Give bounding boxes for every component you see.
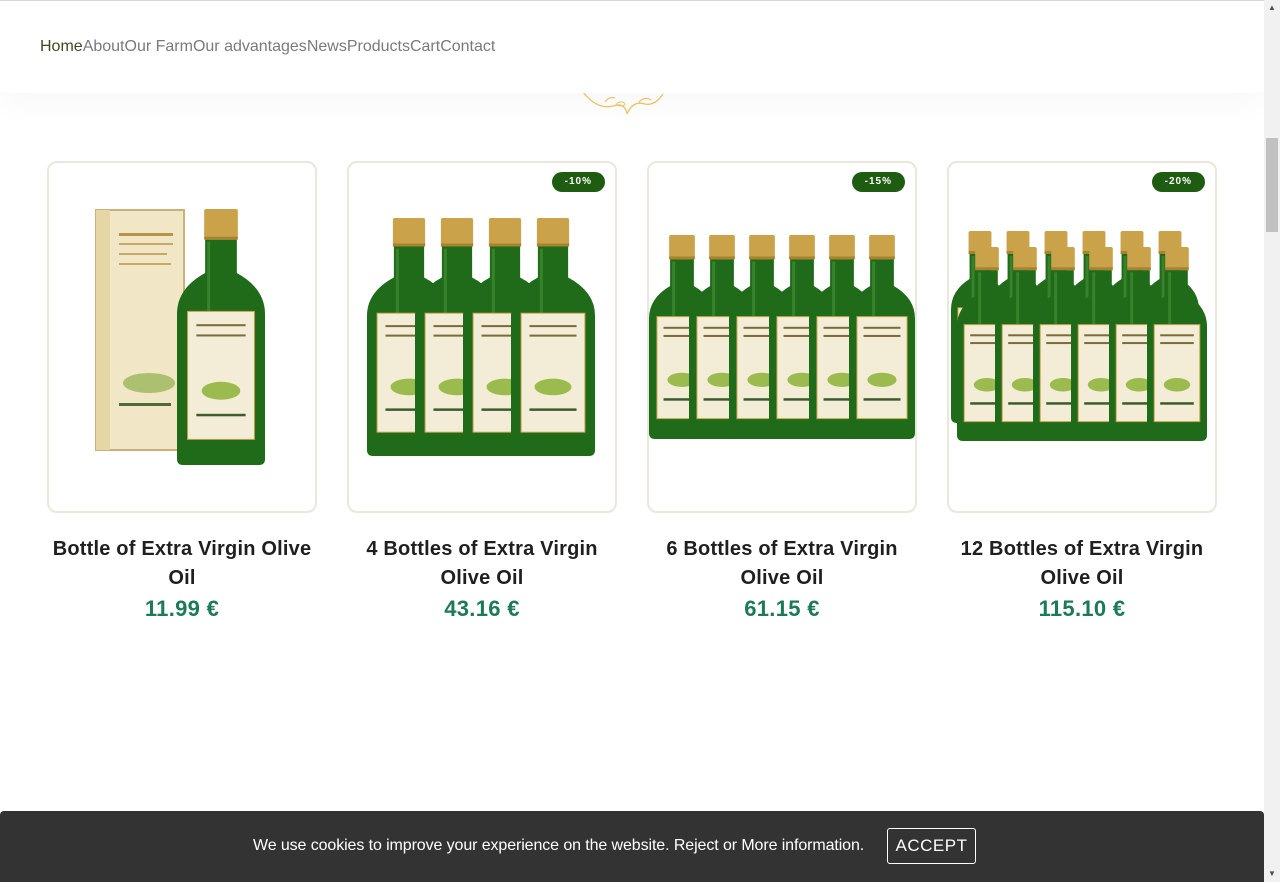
cookie-accept-button[interactable]: ACCEPT <box>887 828 976 864</box>
discount-badge: -20% <box>1151 172 1205 192</box>
main-navigation: Home About Our Farm Our advantages News … <box>0 1 1264 93</box>
product-image-frame[interactable] <box>47 161 317 513</box>
product-image[interactable] <box>949 163 1215 511</box>
nav-link-products[interactable]: Products <box>347 38 410 56</box>
olive-oil-bottle <box>849 235 915 439</box>
olive-oil-bottle <box>511 218 595 456</box>
product-image[interactable] <box>649 163 915 511</box>
nav-link-about[interactable]: About <box>83 38 125 56</box>
product-image-frame[interactable]: -15% <box>647 161 917 513</box>
discount-badge: -10% <box>551 172 605 192</box>
olive-oil-bottle <box>1147 247 1207 441</box>
olive-oil-bottle <box>177 209 265 465</box>
scroll-down-arrow-icon[interactable]: ▼ <box>1264 866 1280 882</box>
nav-link-our-advantages[interactable]: Our advantages <box>193 38 307 56</box>
product-title[interactable]: 6 Bottles of Extra Virgin Olive Oil <box>647 535 917 593</box>
product-title[interactable]: Bottle of Extra Virgin Olive Oil <box>47 535 317 593</box>
nav-menu: Home About Our Farm Our advantages News … <box>40 38 495 56</box>
product-price: 61.15 € <box>744 596 820 621</box>
page: Home About Our Farm Our advantages News … <box>0 0 1264 882</box>
cookie-message-text: We use cookies to improve your experienc… <box>253 837 670 854</box>
cookie-message: We use cookies to improve your experienc… <box>253 837 864 855</box>
nav-link-news[interactable]: News <box>307 38 347 56</box>
product-image[interactable] <box>49 163 315 511</box>
nav-link-home[interactable]: Home <box>40 38 83 56</box>
product-image-frame[interactable]: -10% <box>347 161 617 513</box>
product-price: 11.99 € <box>144 596 220 621</box>
nav-link-cart[interactable]: Cart <box>410 38 440 56</box>
vertical-scrollbar[interactable]: ▲ ▼ <box>1264 0 1280 882</box>
product-price: 43.16 € <box>444 596 520 621</box>
product-image[interactable] <box>349 163 615 511</box>
product-image-frame[interactable]: -20% <box>947 161 1217 513</box>
scrollbar-thumb[interactable] <box>1266 138 1278 232</box>
cookie-consent-bar: We use cookies to improve your experienc… <box>0 811 1264 882</box>
product-card: -15% 6 Bottles of Extra Virgin Olive Oil… <box>647 161 917 622</box>
product-card: -20% 12 Bottles of Extra Virgin Olive Oi… <box>947 161 1217 622</box>
gift-box <box>95 209 185 451</box>
product-title[interactable]: 4 Bottles of Extra Virgin Olive Oil <box>347 535 617 593</box>
product-title[interactable]: 12 Bottles of Extra Virgin Olive Oil <box>947 535 1217 593</box>
nav-link-contact[interactable]: Contact <box>440 38 495 56</box>
product-grid: Bottle of Extra Virgin Olive Oil 11.99 €… <box>47 161 1217 622</box>
product-price: 115.10 € <box>1038 596 1126 621</box>
cookie-or-text: or <box>722 837 737 854</box>
cookie-reject-link[interactable]: Reject <box>674 837 719 854</box>
scroll-up-arrow-icon[interactable]: ▲ <box>1264 0 1280 16</box>
nav-link-our-farm[interactable]: Our Farm <box>125 38 193 56</box>
cookie-more-info-link[interactable]: More information. <box>741 837 864 854</box>
discount-badge: -15% <box>851 172 905 192</box>
product-card: Bottle of Extra Virgin Olive Oil 11.99 € <box>47 161 317 622</box>
product-card: -10% 4 Bottles of Extra Virgin Olive Oil… <box>347 161 617 622</box>
